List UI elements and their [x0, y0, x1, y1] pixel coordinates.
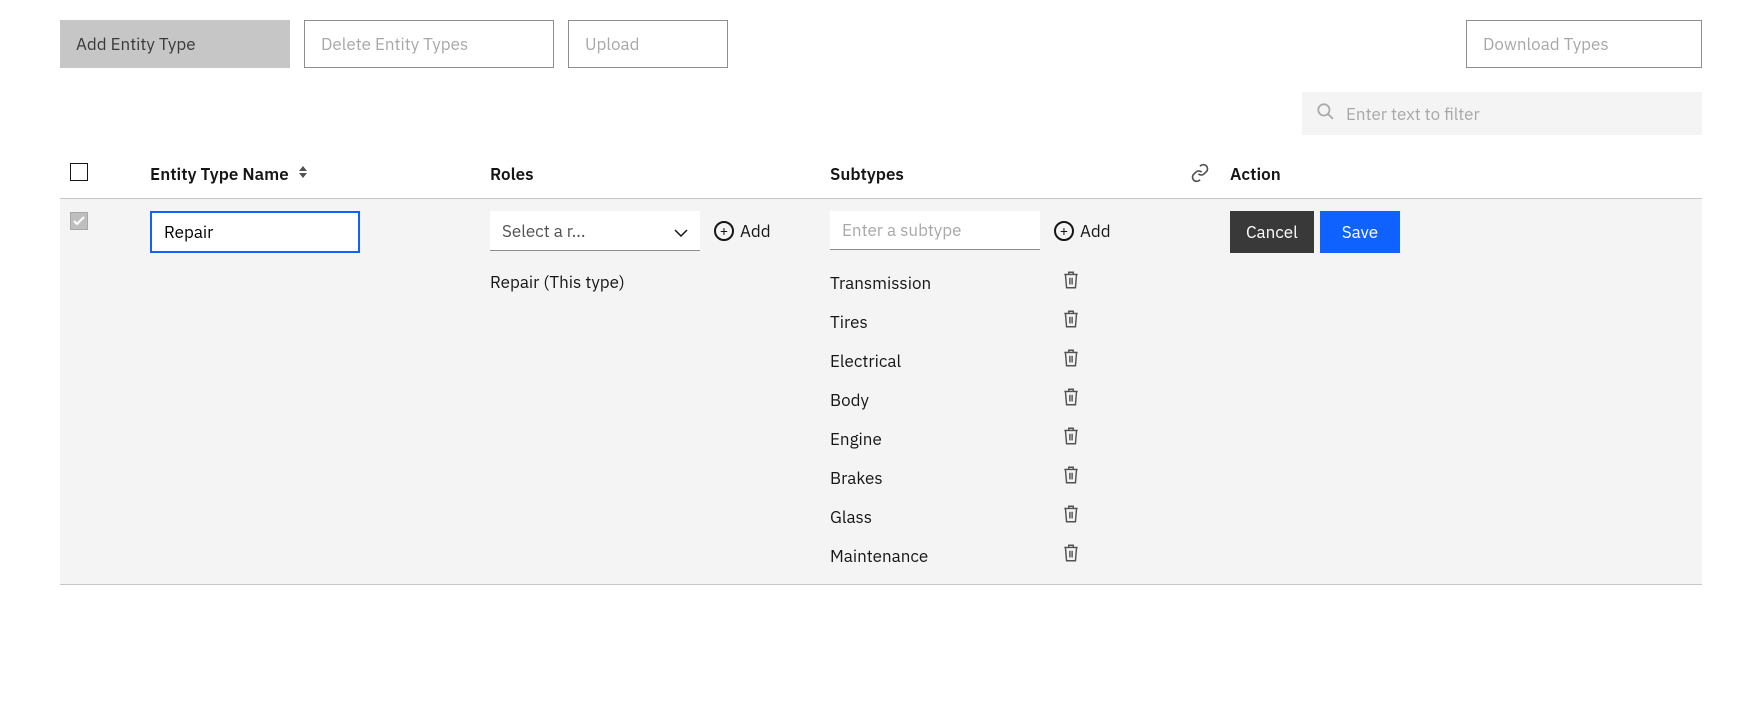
- subtype-item: Glass: [830, 504, 1080, 529]
- subtype-add-button[interactable]: + Add: [1054, 220, 1111, 242]
- trash-icon[interactable]: [1062, 309, 1080, 334]
- entity-name-input[interactable]: [150, 211, 360, 253]
- entity-row-edit: Select a r... + Add Repair (This type) +…: [60, 199, 1702, 585]
- header-action-label: Action: [1230, 163, 1281, 185]
- link-icon: [1190, 163, 1210, 188]
- row-checkbox-cell: [60, 211, 150, 231]
- select-all-checkbox[interactable]: [70, 163, 88, 181]
- subtype-item: Maintenance: [830, 543, 1080, 568]
- header-roles-label: Roles: [490, 163, 534, 185]
- subtype-label: Body: [830, 389, 869, 411]
- trash-icon[interactable]: [1062, 387, 1080, 412]
- delete-entity-types-button[interactable]: Delete Entity Types: [304, 20, 554, 68]
- subtype-item: Tires: [830, 309, 1080, 334]
- subtypes-cell: + Add Transmission Tires Electrical: [830, 211, 1170, 568]
- header-action: Action: [1230, 163, 1490, 185]
- header-link-col: [1170, 163, 1230, 188]
- trash-icon[interactable]: [1062, 348, 1080, 373]
- subtype-input-wrap: + Add: [830, 211, 1170, 250]
- toolbar: Add Entity Type Delete Entity Types Uplo…: [60, 20, 1702, 68]
- subtype-add-label: Add: [1080, 220, 1111, 242]
- header-subtypes-label: Subtypes: [830, 163, 904, 185]
- trash-icon[interactable]: [1062, 504, 1080, 529]
- toolbar-left: Add Entity Type Delete Entity Types Uplo…: [60, 20, 728, 68]
- roles-select-wrap: Select a r... + Add: [490, 211, 830, 251]
- role-add-button[interactable]: + Add: [714, 220, 771, 242]
- subtype-list: Transmission Tires Electrical: [830, 270, 1170, 568]
- subtype-label: Glass: [830, 506, 872, 528]
- upload-button[interactable]: Upload: [568, 20, 728, 68]
- subtype-item: Transmission: [830, 270, 1080, 295]
- sort-icon: [297, 163, 309, 185]
- role-add-label: Add: [740, 220, 771, 242]
- cancel-button[interactable]: Cancel: [1230, 211, 1314, 253]
- header-entity-type-name[interactable]: Entity Type Name: [150, 163, 490, 185]
- download-types-button[interactable]: Download Types: [1466, 20, 1702, 68]
- filter-input[interactable]: [1346, 103, 1688, 125]
- header-subtypes: Subtypes: [830, 163, 1170, 185]
- subtype-label: Tires: [830, 311, 868, 333]
- trash-icon[interactable]: [1062, 543, 1080, 568]
- header-checkbox-cell: [60, 163, 150, 181]
- entity-name-cell: [150, 211, 490, 253]
- plus-icon: +: [714, 221, 734, 241]
- subtype-input[interactable]: [830, 211, 1040, 250]
- roles-list: Repair (This type): [490, 271, 830, 293]
- trash-icon[interactable]: [1062, 426, 1080, 451]
- filter-box: [1302, 92, 1702, 135]
- role-item: Repair (This type): [490, 271, 830, 293]
- subtype-item: Engine: [830, 426, 1080, 451]
- subtype-item: Brakes: [830, 465, 1080, 490]
- add-entity-type-button[interactable]: Add Entity Type: [60, 20, 290, 68]
- roles-cell: Select a r... + Add Repair (This type): [490, 211, 830, 293]
- row-action-cell: Cancel Save: [1230, 211, 1490, 253]
- trash-icon[interactable]: [1062, 270, 1080, 295]
- subtype-item: Electrical: [830, 348, 1080, 373]
- trash-icon[interactable]: [1062, 465, 1080, 490]
- role-select[interactable]: Select a r...: [490, 211, 700, 251]
- subtype-label: Electrical: [830, 350, 901, 372]
- save-button[interactable]: Save: [1320, 211, 1400, 253]
- plus-icon: +: [1054, 221, 1074, 241]
- subtype-item: Body: [830, 387, 1080, 412]
- chevron-down-icon: [674, 220, 688, 242]
- subtype-label: Engine: [830, 428, 882, 450]
- search-icon: [1316, 102, 1334, 125]
- subtype-label: Maintenance: [830, 545, 928, 567]
- subtype-label: Transmission: [830, 272, 931, 294]
- table-header: Entity Type Name Roles Subtypes Action: [60, 153, 1702, 199]
- filter-row: [60, 92, 1702, 135]
- header-entity-type-name-label: Entity Type Name: [150, 163, 289, 185]
- header-roles: Roles: [490, 163, 830, 185]
- subtype-label: Brakes: [830, 467, 883, 489]
- row-checkbox[interactable]: [70, 212, 88, 230]
- role-select-placeholder: Select a r...: [502, 220, 622, 242]
